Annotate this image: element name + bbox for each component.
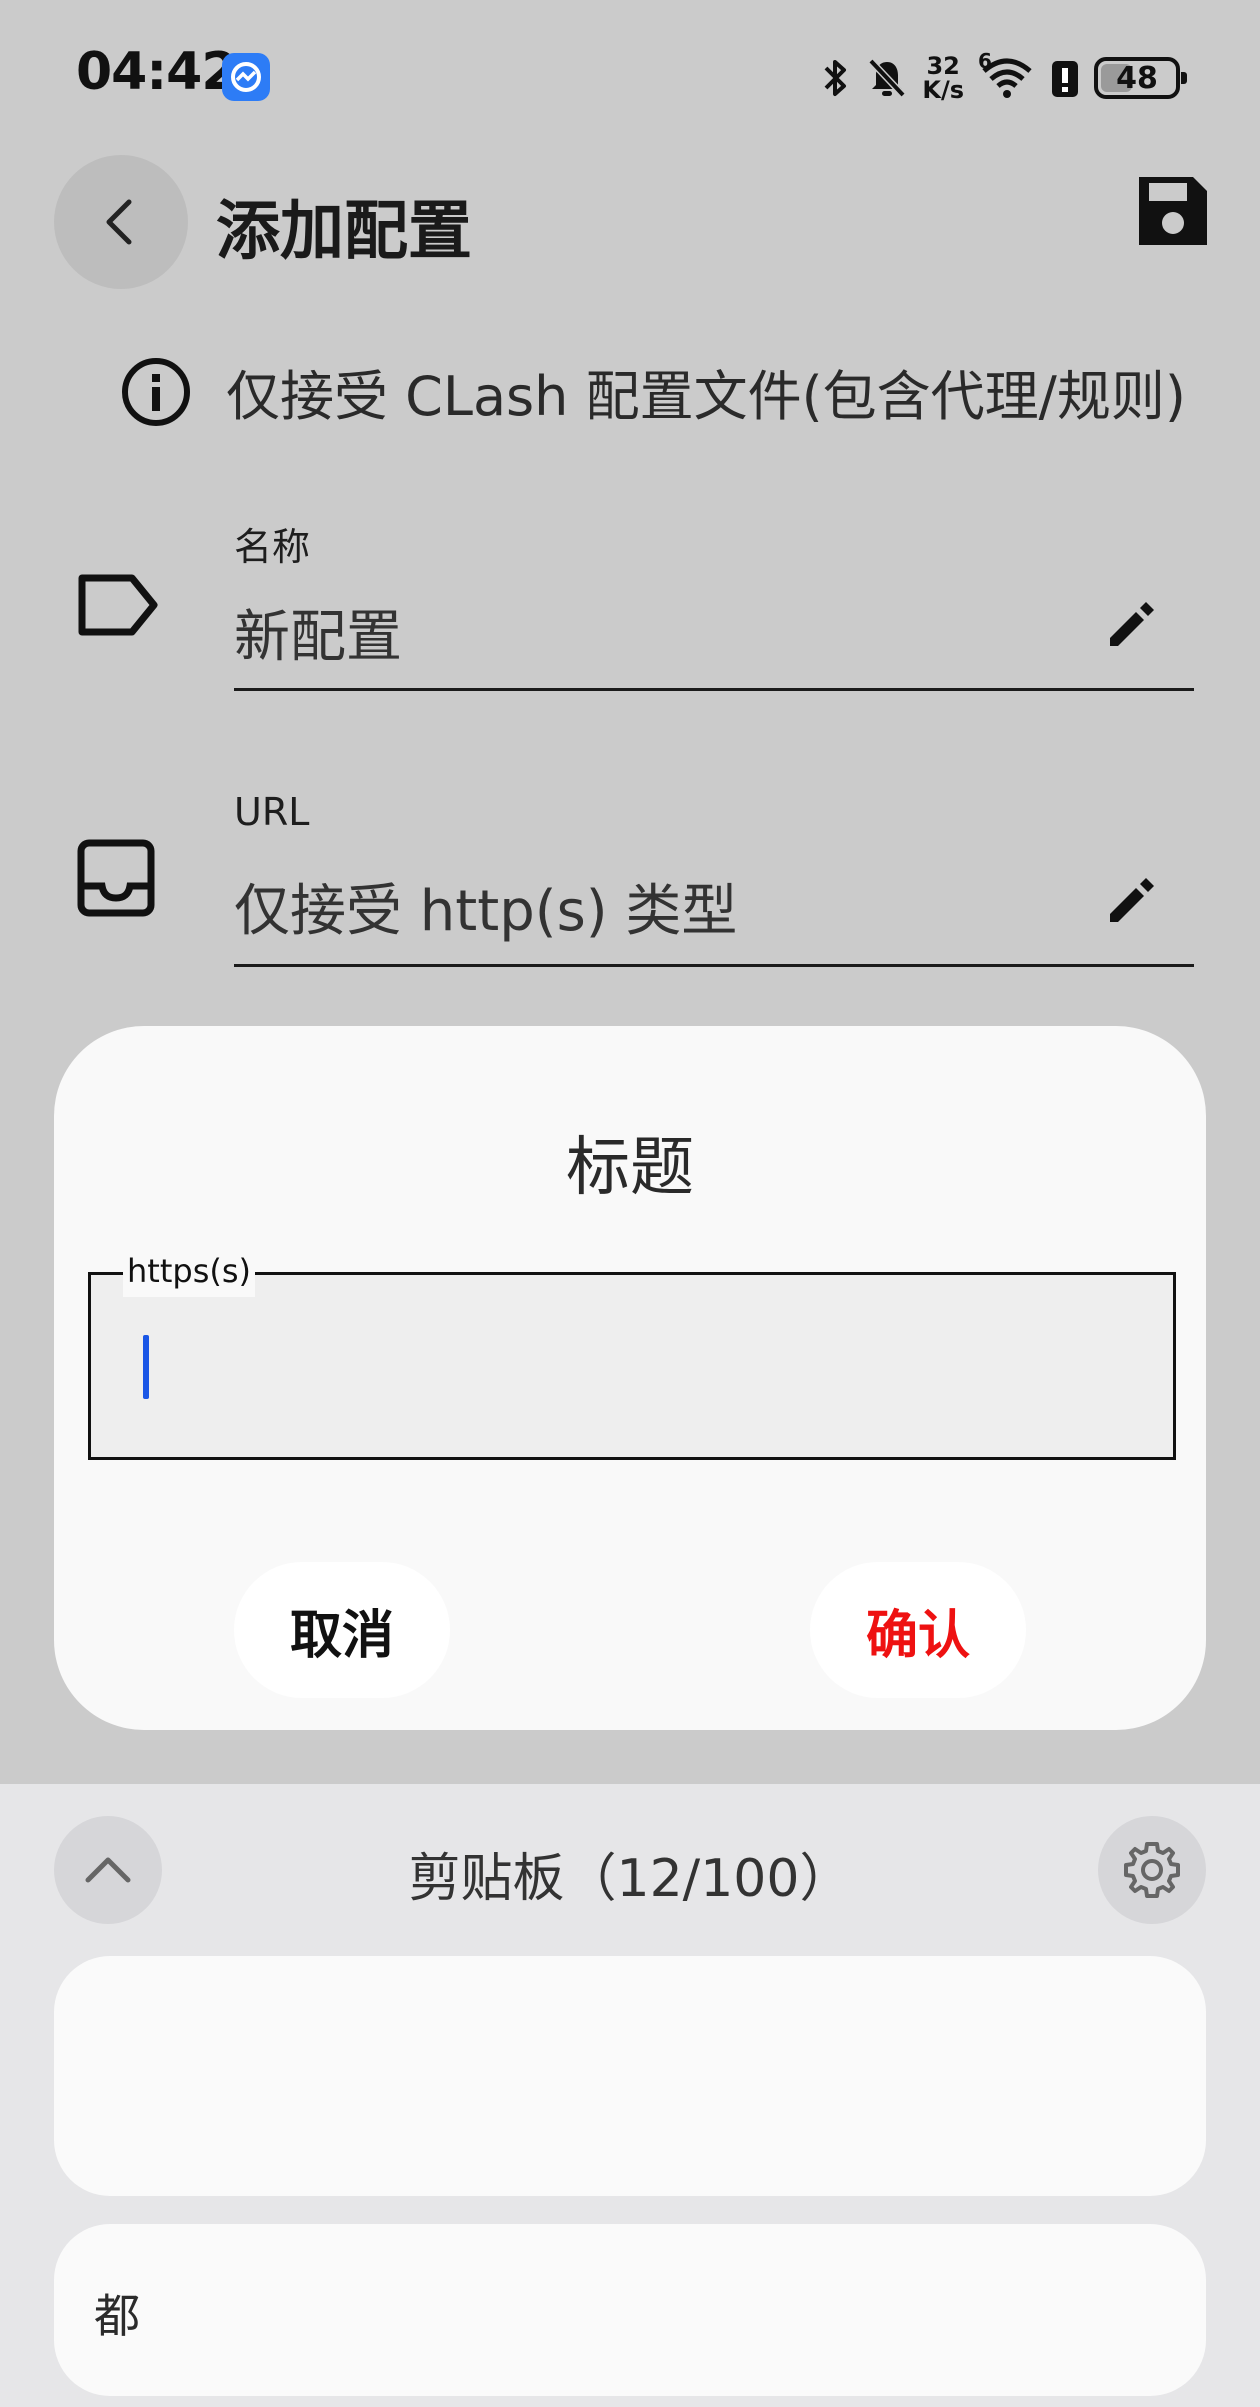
net-speed-unit: K/s — [922, 76, 964, 104]
gear-icon — [1124, 1842, 1180, 1898]
url-field-label: URL — [234, 790, 310, 834]
chevron-left-icon — [106, 199, 132, 245]
url-field-value: 仅接受 http(s) 类型 — [234, 879, 738, 944]
status-icons: 32 K/s 6 48 — [820, 48, 1187, 108]
clipboard-item[interactable] — [54, 1956, 1206, 2196]
bell-muted-icon — [868, 58, 906, 98]
clipboard-item-text: 都 — [94, 2289, 140, 2343]
tag-icon — [78, 574, 158, 636]
page-title: 添加配置 — [216, 195, 472, 269]
net-speed-value: 32 — [926, 52, 960, 80]
url-input-dialog: 标题 https(s) 取消 确认 — [54, 1026, 1206, 1730]
inbox-icon — [77, 839, 155, 917]
url-field[interactable]: URL 仅接受 http(s) 类型 — [0, 776, 1260, 976]
wifi-icon: 6 — [978, 49, 1036, 101]
text-caret — [143, 1335, 149, 1399]
status-bar: 04:42 32 K/s 6 48 — [0, 0, 1260, 150]
name-field-value: 新配置 — [234, 605, 402, 670]
save-button[interactable] — [1130, 168, 1216, 254]
battery-alert-icon — [1052, 61, 1078, 97]
name-field-underline — [234, 688, 1194, 691]
battery-icon: 48 — [1094, 57, 1187, 99]
cancel-button[interactable]: 取消 — [234, 1562, 450, 1698]
info-icon — [122, 357, 190, 426]
clipboard-settings-button[interactable] — [1098, 1816, 1206, 1924]
net-speed: 32 K/s — [922, 54, 964, 102]
pencil-icon[interactable] — [1100, 872, 1160, 932]
info-text: 仅接受 CLash 配置文件(包含代理/规则) — [226, 365, 1186, 428]
name-field-label: 名称 — [234, 525, 311, 569]
clipboard-panel: 剪贴板（12/100） 都 — [0, 1784, 1260, 2407]
battery-cap — [1181, 72, 1187, 84]
pencil-icon[interactable] — [1100, 596, 1160, 656]
battery-level: 48 — [1116, 60, 1158, 96]
app-monitor-icon — [222, 53, 270, 101]
info-row: 仅接受 CLash 配置文件(包含代理/规则) — [120, 352, 1260, 431]
wifi-badge: 6 — [978, 49, 992, 73]
floppy-disk-icon — [1139, 177, 1207, 245]
name-field[interactable]: 名称 新配置 — [0, 500, 1260, 700]
bluetooth-icon — [824, 60, 847, 96]
url-input-label: https(s) — [123, 1245, 255, 1297]
url-input[interactable]: https(s) — [88, 1245, 1176, 1460]
dialog-title: 标题 — [566, 1131, 694, 1205]
clipboard-item[interactable]: 都 — [54, 2224, 1206, 2396]
status-time: 04:42 — [76, 42, 238, 102]
clipboard-title: 剪贴板（12/100） — [408, 1849, 852, 1909]
confirm-button[interactable]: 确认 — [810, 1562, 1026, 1698]
url-field-underline — [234, 964, 1194, 967]
back-button[interactable] — [54, 155, 188, 289]
